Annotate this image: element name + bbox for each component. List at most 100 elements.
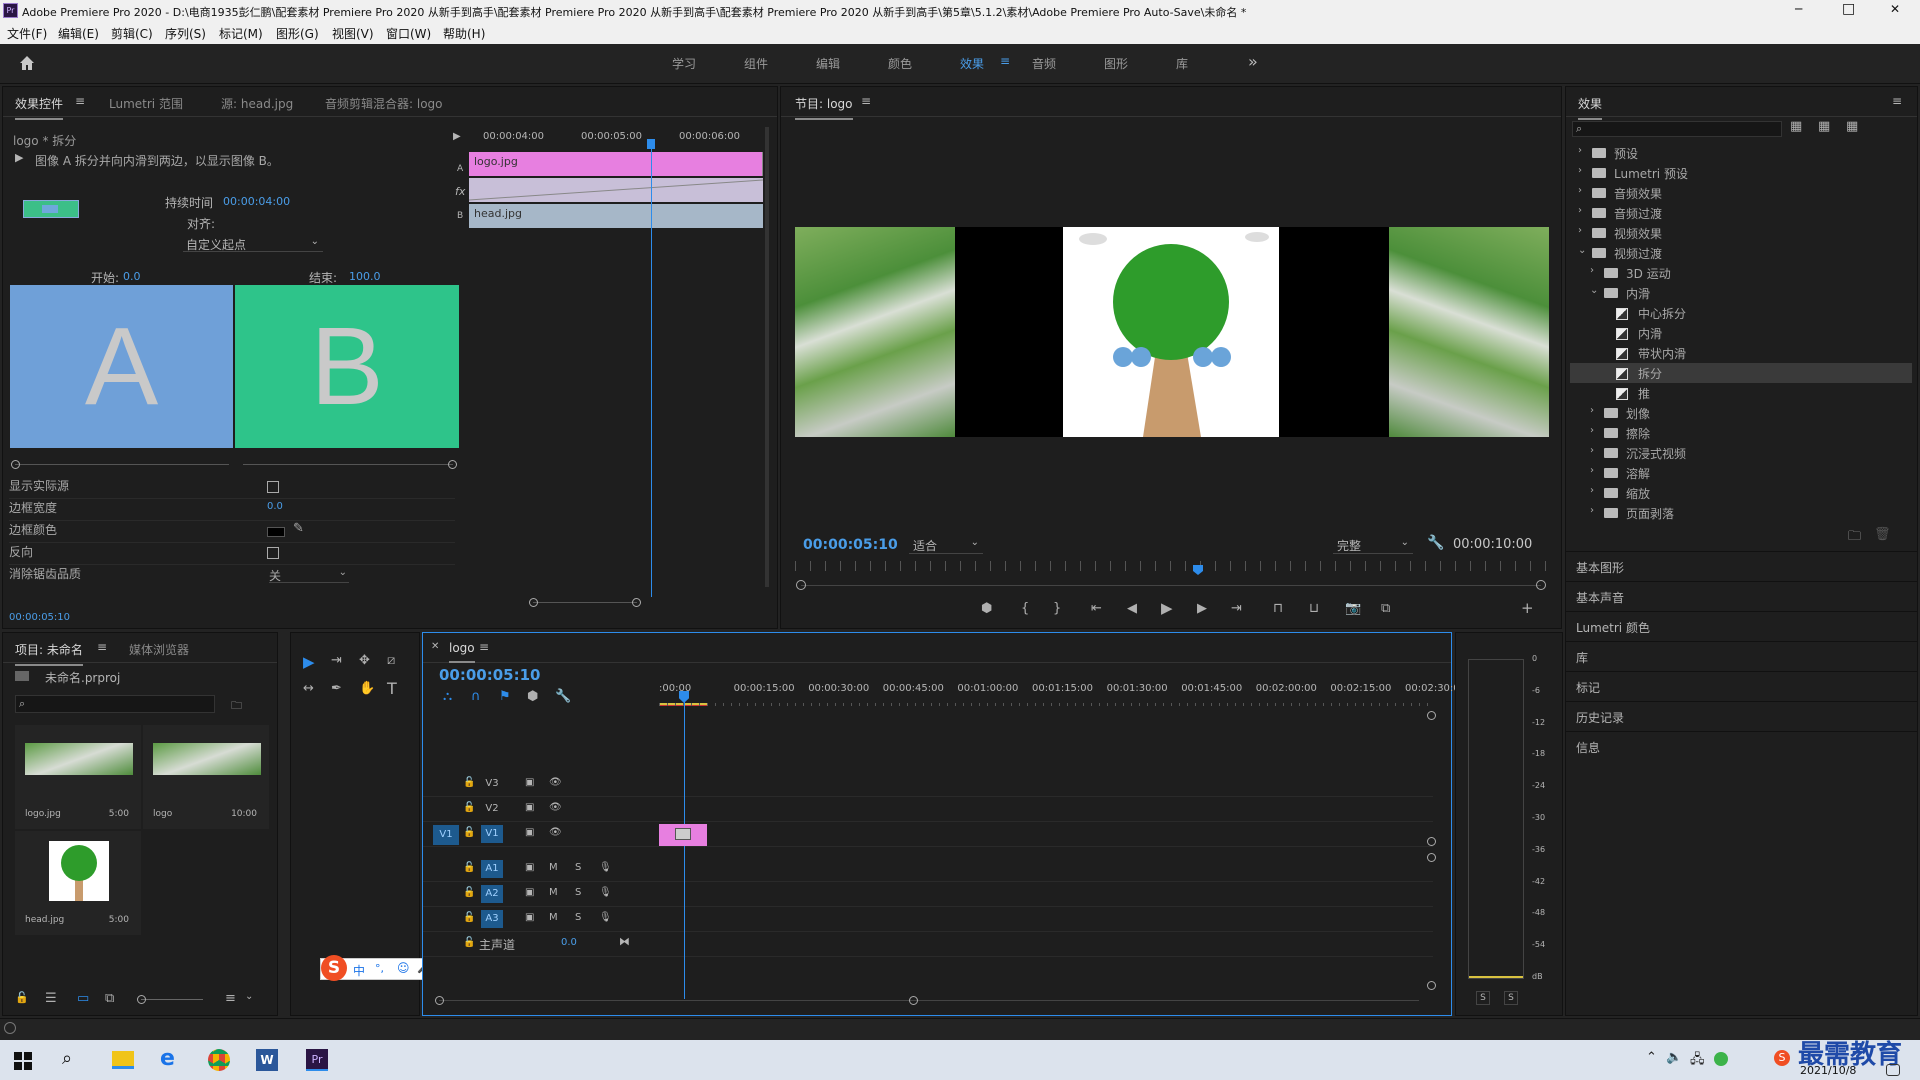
program-zoom-bar[interactable]: [796, 580, 1546, 590]
snap-icon[interactable]: ∩: [471, 689, 481, 704]
panel-section-header[interactable]: Lumetri 颜色: [1566, 611, 1917, 640]
effects-folder[interactable]: ⌄ 视频过渡: [1570, 243, 1912, 263]
step-back-icon[interactable]: ◀: [1127, 601, 1137, 616]
type-tool-icon[interactable]: T: [387, 679, 397, 698]
workspace-learn[interactable]: 学习: [672, 55, 696, 72]
project-item-logo-sequence[interactable]: logo 10:00: [143, 725, 269, 829]
wrench-icon[interactable]: 🔧: [555, 689, 571, 704]
workspace-menu-icon[interactable]: ≡: [1000, 54, 1010, 68]
volume-icon[interactable]: 🔈: [1666, 1050, 1682, 1065]
mark-out-icon[interactable]: }: [1053, 601, 1061, 616]
chevron-right-icon[interactable]: ›: [1590, 445, 1594, 456]
edge-icon[interactable]: e: [160, 1046, 175, 1071]
chevron-down-icon[interactable]: ⌄: [1578, 245, 1586, 256]
tab-effect-controls[interactable]: 效果控件: [15, 95, 64, 120]
go-to-in-icon[interactable]: ⇤: [1091, 601, 1102, 616]
menu-file[interactable]: 文件(F): [7, 25, 47, 42]
wrench-icon[interactable]: 🔧: [1427, 535, 1444, 551]
ripple-edit-tool-icon[interactable]: ✥: [359, 653, 370, 668]
panel-menu-icon[interactable]: ≡: [861, 94, 871, 108]
panel-menu-icon[interactable]: ≡: [1892, 94, 1902, 108]
effects-folder[interactable]: › 划像: [1570, 403, 1912, 423]
video-scroll-handle[interactable]: [1427, 837, 1436, 846]
new-bin-icon[interactable]: 🗀: [1848, 527, 1861, 549]
chevron-right-icon[interactable]: ›: [1590, 405, 1594, 416]
program-scrubber[interactable]: [795, 561, 1549, 571]
yuv-effects-icon[interactable]: ▦: [1846, 119, 1858, 134]
transition-bar[interactable]: [469, 178, 763, 202]
effects-folder[interactable]: › 预设: [1570, 143, 1912, 163]
panel-section-header[interactable]: 库: [1566, 641, 1917, 670]
home-icon[interactable]: [18, 54, 36, 72]
panel-menu-icon[interactable]: ≡: [75, 94, 85, 108]
add-marker-icon[interactable]: ⬢: [981, 601, 992, 616]
border-color-swatch[interactable]: [267, 527, 285, 537]
timeline-zoom-scrollbar[interactable]: [435, 996, 1419, 1005]
lift-icon[interactable]: ⊓: [1273, 601, 1283, 616]
mute-button[interactable]: M: [549, 887, 558, 898]
solo-left-button[interactable]: S: [1476, 991, 1490, 1005]
chevron-right-icon[interactable]: ›: [1590, 485, 1594, 496]
lock-icon[interactable]: 🔓: [463, 777, 475, 788]
menu-graphics[interactable]: 图形(G): [276, 25, 319, 42]
effects-folder[interactable]: › 页面剥落: [1570, 503, 1912, 523]
source-patch-v1[interactable]: V1: [433, 825, 459, 845]
lock-icon[interactable]: 🔓: [463, 827, 475, 838]
track-select-tool-icon[interactable]: ⇥: [331, 653, 342, 668]
accelerated-effects-icon[interactable]: ▦: [1790, 119, 1802, 134]
menu-window[interactable]: 窗口(W): [386, 25, 431, 42]
program-timecode[interactable]: 00:00:05:10: [803, 537, 898, 553]
tray-app-icon[interactable]: [1714, 1052, 1728, 1066]
chevron-right-icon[interactable]: ›: [1590, 505, 1594, 516]
thumbnail-size-slider[interactable]: [137, 995, 203, 1004]
delete-icon[interactable]: 🗑: [1874, 527, 1891, 542]
project-item-head-jpg[interactable]: head.jpg 5:00: [15, 831, 141, 935]
mini-zoom-scrollbar[interactable]: [529, 598, 641, 607]
menu-help[interactable]: 帮助(H): [443, 25, 485, 42]
sort-icon[interactable]: ≡: [225, 991, 236, 1006]
panel-section-header[interactable]: 标记: [1566, 671, 1917, 700]
audio-scroll-handle[interactable]: [1427, 853, 1436, 862]
sync-lock-icon[interactable]: ▣: [525, 912, 534, 923]
eye-icon[interactable]: 👁: [549, 827, 562, 838]
effects-folder[interactable]: › 溶解: [1570, 463, 1912, 483]
pen-tool-icon[interactable]: ✒: [331, 681, 342, 696]
chevron-right-icon[interactable]: ›: [1590, 425, 1594, 436]
close-tab-icon[interactable]: ✕: [431, 641, 439, 652]
menu-sequence[interactable]: 序列(S): [165, 25, 206, 42]
solo-button[interactable]: S: [575, 912, 581, 923]
chevron-down-icon[interactable]: ⌄: [245, 991, 253, 1002]
comparison-view-icon[interactable]: ⧉: [1381, 601, 1390, 616]
workspace-assembly[interactable]: 组件: [744, 55, 768, 72]
chrome-icon[interactable]: [208, 1049, 230, 1071]
effects-folder[interactable]: › 视频效果: [1570, 223, 1912, 243]
fit-dropdown[interactable]: 适合 ⌄: [909, 536, 983, 554]
32bit-effects-icon[interactable]: ▦: [1818, 119, 1830, 134]
menu-clip[interactable]: 剪辑(C): [111, 25, 153, 42]
nest-icon[interactable]: ⛬: [443, 689, 452, 704]
file-explorer-icon[interactable]: [112, 1051, 134, 1069]
panel-section-header[interactable]: 基本声音: [1566, 581, 1917, 610]
razor-tool-icon[interactable]: ⧄: [387, 653, 395, 668]
panel-menu-icon[interactable]: ≡: [97, 640, 107, 654]
export-frame-icon[interactable]: 📷: [1345, 601, 1361, 616]
project-search-input[interactable]: ⌕: [15, 695, 215, 713]
slip-tool-icon[interactable]: ↔: [303, 681, 314, 696]
chevron-down-icon[interactable]: ⌄: [1590, 285, 1598, 296]
chevron-right-icon[interactable]: ›: [1578, 145, 1582, 156]
panel-section-header[interactable]: 历史记录: [1566, 701, 1917, 730]
border-width-value[interactable]: 0.0: [267, 501, 283, 512]
add-marker-icon[interactable]: ⬢: [527, 689, 538, 704]
tab-media-browser[interactable]: 媒体浏览器: [129, 641, 189, 658]
effects-search-input[interactable]: ⌕: [1572, 121, 1782, 137]
menu-edit[interactable]: 编辑(E): [58, 25, 99, 42]
effects-item[interactable]: 拆分: [1570, 363, 1912, 383]
track-target[interactable]: V3: [481, 775, 503, 793]
close-button[interactable]: ✕: [1890, 2, 1900, 16]
effects-title[interactable]: 效果: [1578, 95, 1603, 120]
workspace-audio[interactable]: 音频: [1032, 55, 1056, 72]
lock-icon[interactable]: 🔓: [15, 991, 29, 1004]
extract-icon[interactable]: ⊔: [1309, 601, 1319, 616]
find-icon[interactable]: 🗀: [231, 697, 242, 716]
menu-view[interactable]: 视图(V): [332, 25, 374, 42]
